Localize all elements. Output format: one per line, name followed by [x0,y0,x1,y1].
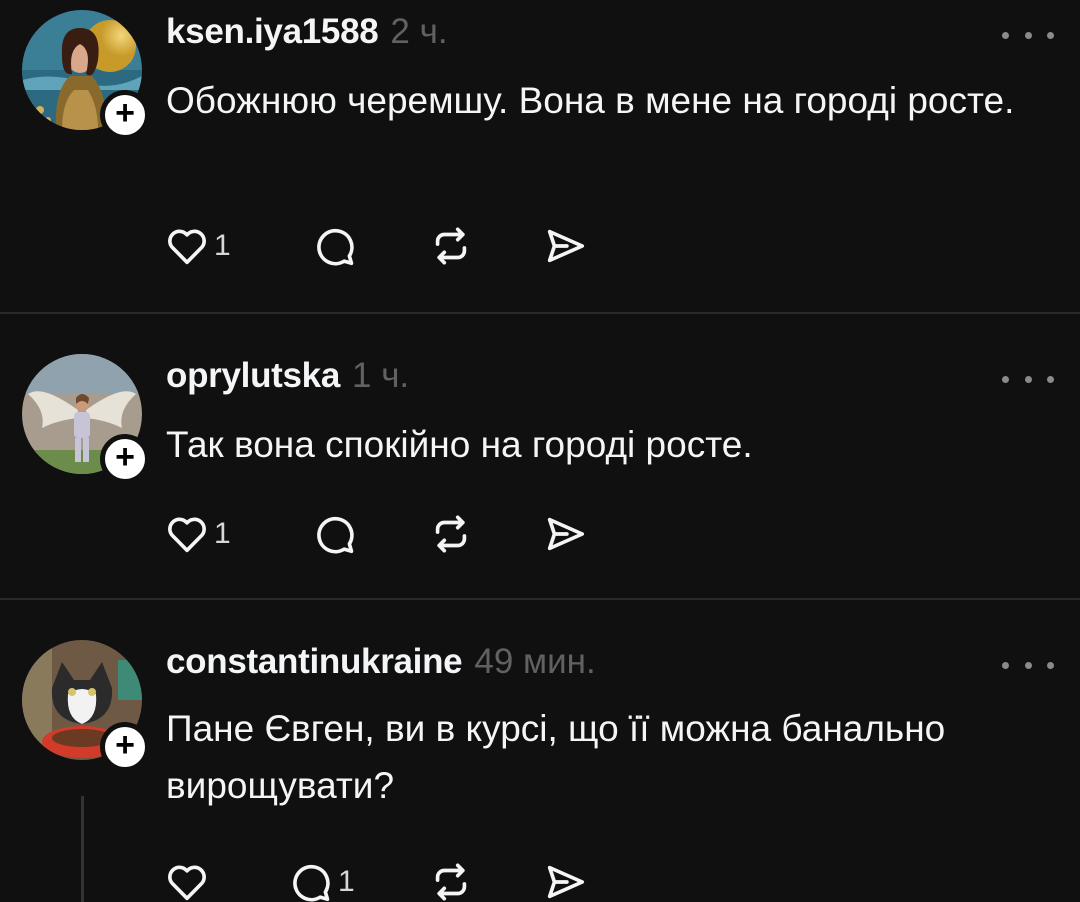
timestamp: 49 мин. [474,642,596,681]
action-bar: 1 [164,506,624,562]
post-ksen-iya1588[interactable]: + ksen.iya1588 2 ч. Обожнюю черемшу. Вон… [0,0,1080,312]
reply-button[interactable]: 1 [288,854,355,902]
reply-count: 1 [338,865,355,898]
username[interactable]: constantinukraine [166,642,463,682]
post-text: Обожнюю черемшу. Вона в мене на городі р… [166,80,1015,121]
share-button[interactable] [542,854,588,902]
post-constantinukraine[interactable]: + constantinukraine 49 мин. Пане Євген, … [0,600,1080,902]
reply-button[interactable] [312,506,362,562]
send-icon [547,517,585,551]
like-count: 1 [214,517,231,550]
post-header: ksen.iya1588 2 ч. [166,12,448,62]
like-button[interactable]: 1 [164,218,231,274]
follow-button[interactable]: + [100,434,150,484]
post-text: Так вона спокійно на городі росте. [166,424,753,465]
like-button[interactable] [164,854,214,902]
thread-line [81,796,84,902]
post-header: oprylutska 1 ч. [166,356,409,406]
post-text: Пане Євген, ви в курсі, що її можна бана… [166,708,946,806]
more-icon[interactable] [1002,369,1054,389]
repost-button[interactable] [428,506,474,562]
comment-icon [317,516,354,554]
comment-icon [293,864,330,902]
comment-feed: + ksen.iya1588 2 ч. Обожнюю черемшу. Вон… [0,0,1080,902]
username[interactable]: ksen.iya1588 [166,12,379,52]
repost-icon [435,515,467,553]
action-bar: 1 [164,854,624,902]
more-icon[interactable] [1002,655,1054,675]
send-icon [547,229,585,263]
post-oprylutska[interactable]: + oprylutska 1 ч. Так вона спокійно на г… [0,314,1080,598]
more-icon[interactable] [1002,25,1054,45]
comment-icon [317,228,354,266]
repost-button[interactable] [428,854,474,902]
like-count: 1 [214,229,231,262]
share-button[interactable] [542,506,588,562]
reply-button[interactable] [312,218,362,274]
follow-button[interactable]: + [100,722,150,772]
like-button[interactable]: 1 [164,506,231,562]
follow-button[interactable]: + [100,90,150,140]
username[interactable]: oprylutska [166,356,340,396]
repost-button[interactable] [428,218,474,274]
action-bar: 1 [164,218,624,274]
post-header: constantinukraine 49 мин. [166,642,596,692]
heart-icon [168,229,206,265]
repost-icon [435,227,467,265]
heart-icon [168,865,206,901]
timestamp: 2 ч. [390,12,448,51]
send-icon [547,865,585,899]
repost-icon [435,863,467,901]
heart-icon [168,517,206,553]
share-button[interactable] [542,218,588,274]
timestamp: 1 ч. [352,356,410,395]
